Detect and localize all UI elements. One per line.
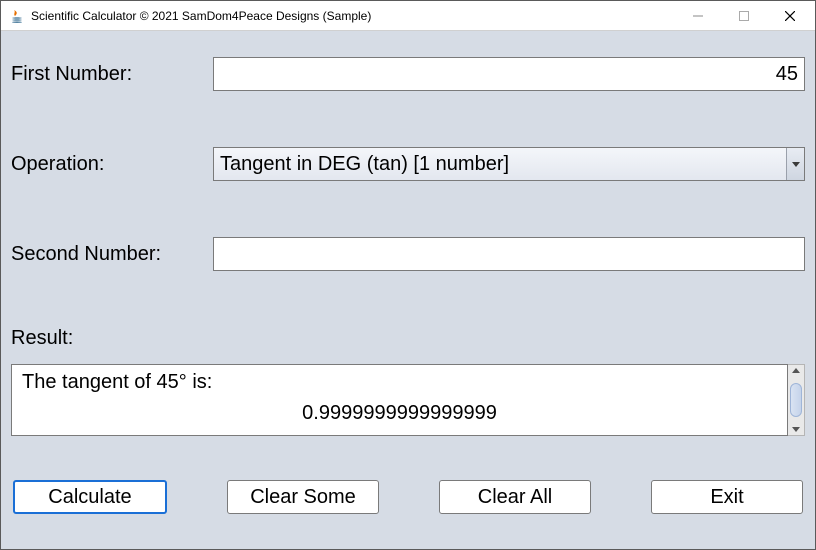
minimize-button[interactable] bbox=[675, 1, 721, 31]
operation-label: Operation: bbox=[11, 153, 213, 176]
exit-button[interactable]: Exit bbox=[651, 480, 803, 514]
second-number-input[interactable] bbox=[213, 237, 805, 271]
app-window: Scientific Calculator © 2021 SamDom4Peac… bbox=[0, 0, 816, 550]
result-text-line2: 0.9999999999999999 bbox=[22, 402, 777, 425]
clear-all-button[interactable]: Clear All bbox=[439, 480, 591, 514]
result-text-line1: The tangent of 45° is: bbox=[22, 371, 777, 394]
second-number-label: Second Number: bbox=[11, 243, 213, 266]
second-number-row: Second Number: bbox=[11, 237, 805, 271]
close-button[interactable] bbox=[767, 1, 813, 31]
first-number-row: First Number: bbox=[11, 57, 805, 91]
result-textarea[interactable]: The tangent of 45° is: 0.999999999999999… bbox=[11, 364, 788, 436]
result-scrollbar[interactable] bbox=[788, 364, 805, 436]
scroll-thumb[interactable] bbox=[790, 383, 802, 417]
clear-some-button[interactable]: Clear Some bbox=[227, 480, 379, 514]
maximize-button[interactable] bbox=[721, 1, 767, 31]
result-area: The tangent of 45° is: 0.999999999999999… bbox=[11, 364, 805, 436]
titlebar: Scientific Calculator © 2021 SamDom4Peac… bbox=[1, 1, 815, 31]
calculate-button[interactable]: Calculate bbox=[13, 480, 167, 514]
operation-selected-text: Tangent in DEG (tan) [1 number] bbox=[220, 153, 509, 176]
scroll-down-icon bbox=[792, 427, 800, 432]
button-row: Calculate Clear Some Clear All Exit bbox=[11, 480, 805, 514]
java-icon bbox=[9, 8, 25, 24]
operation-row: Operation: Tangent in DEG (tan) [1 numbe… bbox=[11, 147, 805, 181]
result-label: Result: bbox=[11, 327, 805, 350]
content-area: First Number: Operation: Tangent in DEG … bbox=[1, 31, 815, 549]
chevron-down-icon bbox=[786, 148, 804, 180]
window-title: Scientific Calculator © 2021 SamDom4Peac… bbox=[31, 9, 371, 23]
scroll-up-icon bbox=[792, 368, 800, 373]
first-number-input[interactable] bbox=[213, 57, 805, 91]
first-number-label: First Number: bbox=[11, 63, 213, 86]
operation-select[interactable]: Tangent in DEG (tan) [1 number] bbox=[213, 147, 805, 181]
